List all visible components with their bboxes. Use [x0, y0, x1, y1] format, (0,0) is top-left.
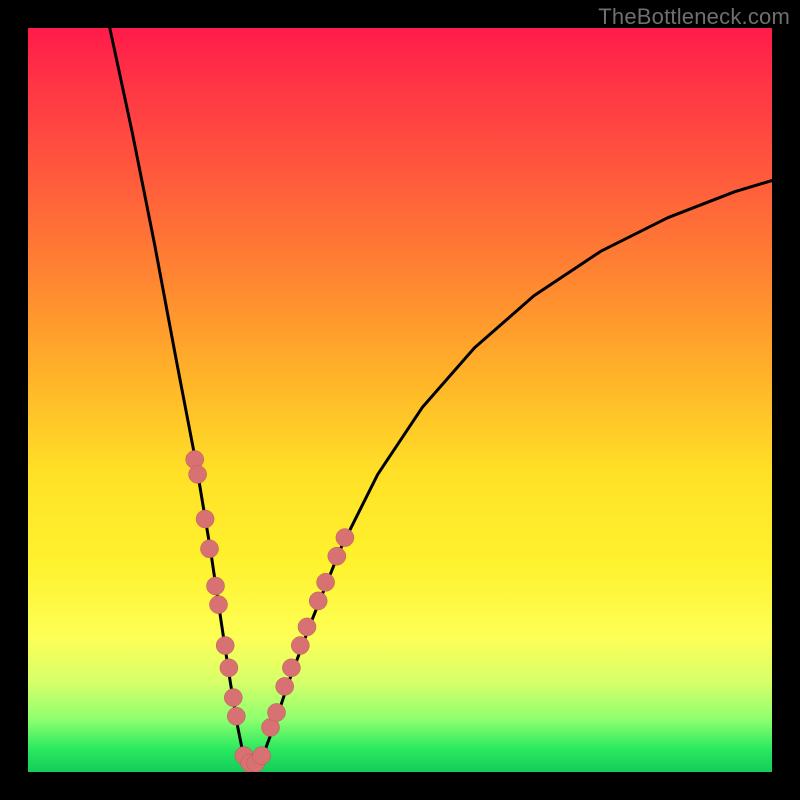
- watermark-text: TheBottleneck.com: [598, 4, 790, 30]
- marker-dots: [186, 451, 354, 773]
- chart-svg: [28, 28, 772, 772]
- chart-frame: [28, 28, 772, 772]
- bottleneck-curve: [110, 28, 772, 768]
